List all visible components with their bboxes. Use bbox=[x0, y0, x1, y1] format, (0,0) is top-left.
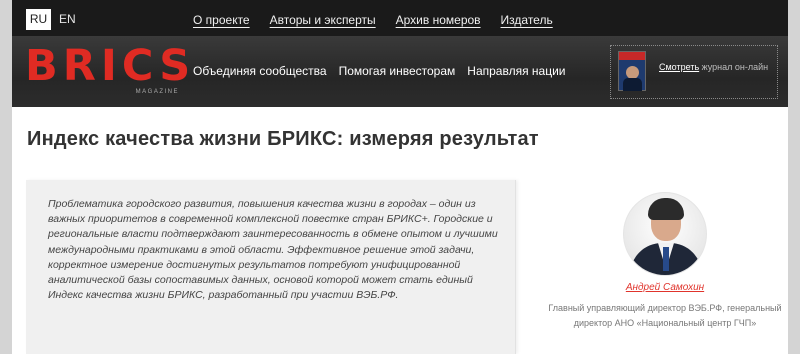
cover-masthead bbox=[619, 52, 645, 60]
language-ru-button[interactable]: RU bbox=[26, 9, 51, 30]
top-bar: RU EN О проекте Авторы и эксперты Архив … bbox=[12, 0, 788, 36]
author-card: Андрей Самохин Главный управляющий дирек… bbox=[542, 192, 788, 352]
mainnav-nations-link[interactable]: Направляя нации bbox=[467, 36, 565, 107]
article-title: Индекс качества жизни БРИКС: измеряя рез… bbox=[27, 128, 539, 150]
photo-hair bbox=[648, 198, 684, 220]
article-content: Индекс качества жизни БРИКС: измеряя рез… bbox=[12, 107, 788, 354]
logo-wordmark: BRICS bbox=[25, 41, 196, 91]
author-role: Главный управляющий директор ВЭБ.РФ, ген… bbox=[548, 303, 782, 328]
brics-logo[interactable]: BRICS MAGAZINE bbox=[25, 42, 190, 98]
topnav-publisher-link[interactable]: Издатель bbox=[501, 0, 553, 36]
site-header: BRICS MAGAZINE Объединяя сообщества Помо… bbox=[12, 36, 788, 107]
top-navigation: О проекте Авторы и эксперты Архив номеро… bbox=[193, 0, 573, 36]
article-lead-box: Проблематика городского развития, повыше… bbox=[26, 180, 516, 354]
magazine-cover-thumbnail[interactable] bbox=[618, 51, 646, 91]
cover-portrait-body bbox=[623, 78, 642, 91]
mainnav-communities-link[interactable]: Объединяя сообщества bbox=[193, 36, 327, 107]
logo-subtitle: MAGAZINE bbox=[135, 89, 179, 95]
journal-online-label: журнал он-лайн bbox=[699, 62, 769, 72]
author-photo bbox=[623, 192, 707, 276]
mainnav-investors-link[interactable]: Помогая инвесторам bbox=[339, 36, 456, 107]
language-en-button[interactable]: EN bbox=[59, 9, 76, 30]
author-name-link[interactable]: Андрей Самохин bbox=[542, 282, 788, 293]
topnav-archive-link[interactable]: Архив номеров bbox=[396, 0, 481, 36]
article-lead-text: Проблематика городского развития, повыше… bbox=[48, 198, 498, 302]
online-journal-box[interactable]: Смотреть журнал он-лайн bbox=[610, 45, 778, 99]
topnav-about-link[interactable]: О проекте bbox=[193, 0, 250, 36]
topnav-authors-link[interactable]: Авторы и эксперты bbox=[270, 0, 376, 36]
photo-tie bbox=[663, 247, 669, 271]
online-journal-text: Смотреть журнал он-лайн bbox=[659, 62, 768, 72]
view-journal-link[interactable]: Смотреть bbox=[659, 62, 699, 72]
main-navigation: Объединяя сообщества Помогая инвесторам … bbox=[193, 36, 577, 107]
